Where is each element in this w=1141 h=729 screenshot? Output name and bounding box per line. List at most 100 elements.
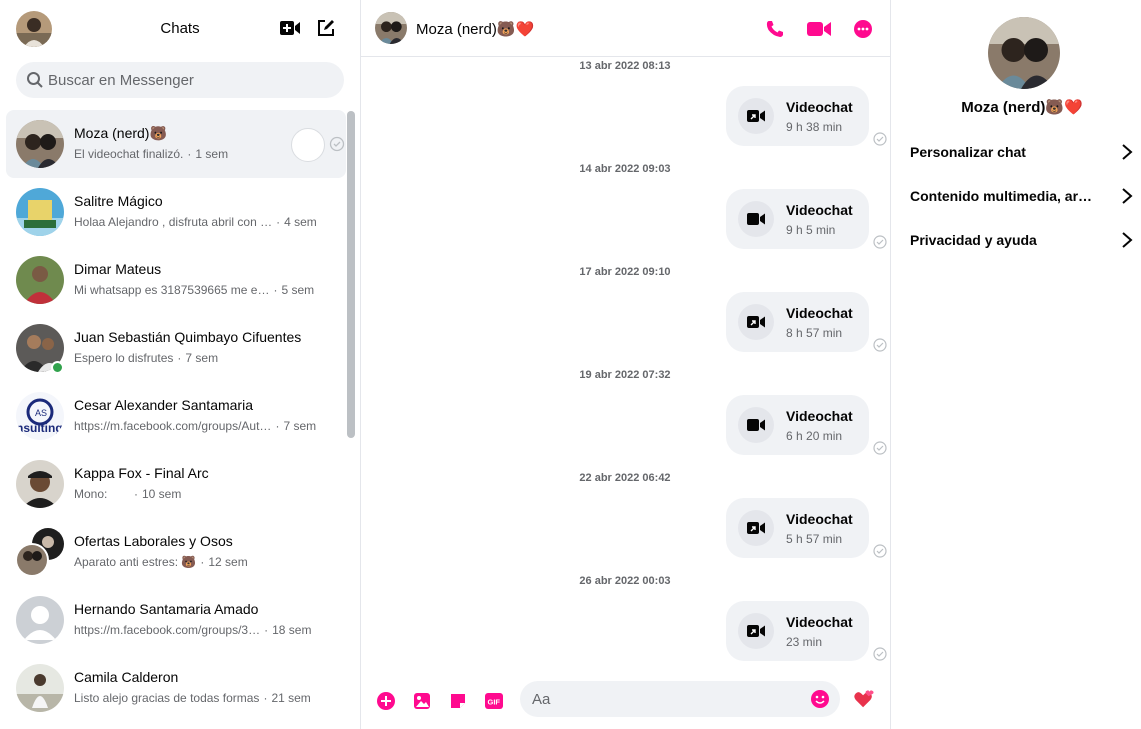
row-label: Privacidad y ayuda: [910, 232, 1037, 248]
video-icon[interactable]: [806, 16, 832, 42]
chat-item-juan[interactable]: Juan Sebastián Quimbayo Cifuentes Espero…: [6, 314, 346, 382]
message-timestamp: 17 abr 2022 09:10: [579, 266, 671, 278]
chat-subtitle: Listo alejo gracias de todas formas · 21 s…: [74, 691, 311, 705]
video-call-ended-icon: [738, 510, 774, 546]
privacy-help-row[interactable]: Privacidad y ayuda: [902, 223, 1136, 257]
sticker-icon[interactable]: [446, 689, 470, 713]
video-call-message[interactable]: Videochat 9 h 5 min: [726, 189, 869, 249]
message-timestamp: 26 abr 2022 00:03: [579, 575, 671, 587]
message-title: Videochat: [786, 511, 853, 527]
call-duration: 9 h 5 min: [786, 223, 836, 237]
more-icon[interactable]: [850, 16, 876, 42]
gif-icon[interactable]: GIF: [482, 689, 506, 713]
seen-check-icon: [873, 647, 887, 661]
chat-preview: https://m.facebook.com/groups/3…: [74, 623, 261, 637]
message-input[interactable]: [532, 681, 802, 717]
message-title: Videochat: [786, 99, 853, 115]
message-timestamp: 13 abr 2022 08:13: [579, 60, 671, 72]
chat-time: 10 sem: [142, 487, 182, 501]
seen-check-icon: [873, 544, 887, 558]
chat-time: 21 sem: [271, 691, 311, 705]
svg-text:AS: AS: [35, 408, 47, 418]
chat-time: 7 sem: [185, 351, 219, 365]
gif-label: GIF: [488, 698, 501, 707]
chat-item-moza[interactable]: Moza (nerd)🐻 El videochat finalizó. · 1 se…: [6, 110, 346, 178]
message-timestamp: 19 abr 2022 07:32: [579, 369, 671, 381]
chat-name: Moza (nerd)🐻: [74, 125, 167, 141]
plus-circle-icon[interactable]: [374, 689, 398, 713]
seen-check-icon: [873, 235, 887, 249]
phone-icon[interactable]: [762, 16, 788, 42]
chat-time: 7 sem: [283, 419, 317, 433]
compose-icon[interactable]: [314, 16, 338, 40]
default-user-icon: [16, 596, 64, 644]
read-check-icon: [329, 136, 345, 152]
search-icon: [26, 71, 44, 89]
search-input[interactable]: [48, 62, 338, 98]
chat-subtitle: Mi whatsapp es 3187539665 me e… · 5 sem: [74, 283, 315, 297]
chat-name: Dimar Mateus: [74, 261, 162, 277]
chat-preview: Mono:: [74, 487, 108, 501]
video-call-message[interactable]: Videochat 9 h 38 min: [726, 86, 869, 146]
video-plus-icon[interactable]: [278, 16, 302, 40]
chat-time: 18 sem: [272, 623, 312, 637]
avatar: AS nsulting: [16, 392, 64, 440]
call-duration: 23 min: [786, 635, 823, 649]
contact-avatar[interactable]: [375, 12, 407, 44]
chat-subtitle: https://m.facebook.com/groups/3… · 18 sem: [74, 623, 312, 637]
chat-subtitle: Mono: · 10 sem: [74, 487, 182, 501]
video-call-icon: [738, 407, 774, 443]
video-call-icon: [738, 201, 774, 237]
call-duration: 9 h 38 min: [786, 120, 843, 134]
message-timestamp: 14 abr 2022 09:03: [579, 163, 671, 175]
avatar: [16, 188, 64, 236]
video-call-message[interactable]: Videochat 8 h 57 min: [726, 292, 869, 352]
call-duration: 6 h 20 min: [786, 429, 843, 443]
chat-item-camila[interactable]: Camila Calderon Listo alejo gracias de t…: [6, 654, 346, 722]
chat-item-ofertas[interactable]: Ofertas Laborales y Osos Aparato anti es…: [6, 518, 346, 586]
group-avatar: [15, 528, 64, 577]
chat-name: Cesar Alexander Santamaria: [74, 397, 253, 413]
heart-icon[interactable]: [852, 687, 876, 711]
chevron-right-icon: [1120, 187, 1134, 205]
media-files-row[interactable]: Contenido multimedia, ar…: [902, 179, 1136, 213]
message-title: Videochat: [786, 305, 853, 321]
image-icon[interactable]: [410, 689, 434, 713]
call-duration: 5 h 57 min: [786, 532, 843, 546]
sidebar: Chats Moza (nerd)🐻 El videochat finalizó…: [0, 0, 361, 729]
chat-subtitle: https://m.facebook.com/groups/Aut… · 7 sem: [74, 419, 317, 433]
avatar: [16, 256, 64, 304]
chat-subtitle: Aparato anti estres: 🐻 · 12 sem: [74, 555, 248, 569]
contact-name[interactable]: Moza (nerd)🐻❤️: [416, 20, 534, 38]
avatar: [16, 120, 64, 168]
message-input-box: [520, 681, 840, 717]
emoji-icon[interactable]: [810, 689, 830, 709]
svg-text:nsulting: nsulting: [16, 421, 63, 435]
chat-time: 12 sem: [208, 555, 248, 569]
video-call-ended-icon: [738, 98, 774, 134]
chat-options-button[interactable]: [291, 128, 325, 162]
chat-preview: Aparato anti estres: 🐻: [74, 555, 197, 569]
chat-preview: Mi whatsapp es 3187539665 me e…: [74, 283, 270, 297]
customize-chat-row[interactable]: Personalizar chat: [902, 135, 1136, 169]
chat-item-salitre[interactable]: Salitre Mágico Holaa Alejandro , disfrut…: [6, 178, 346, 246]
chat-time: 4 sem: [284, 215, 317, 229]
video-call-message[interactable]: Videochat 6 h 20 min: [726, 395, 869, 455]
chat-item-hernando[interactable]: Hernando Santamaria Amado https://m.face…: [6, 586, 346, 654]
chat-item-kappa[interactable]: Kappa Fox - Final Arc Mono: · 10 sem: [6, 450, 346, 518]
video-call-message[interactable]: Videochat 23 min: [726, 601, 869, 661]
contact-avatar-large[interactable]: [988, 17, 1060, 89]
seen-check-icon: [873, 132, 887, 146]
message-title: Videochat: [786, 202, 853, 218]
chat-name: Hernando Santamaria Amado: [74, 601, 259, 617]
seen-check-icon: [873, 338, 887, 352]
chat-preview: https://m.facebook.com/groups/Aut…: [74, 419, 272, 433]
chat-item-cesar[interactable]: AS nsulting Cesar Alexander Santamaria ht…: [6, 382, 346, 450]
message-title: Videochat: [786, 408, 853, 424]
chat-list-scrollbar[interactable]: [347, 111, 355, 438]
seen-check-icon: [873, 441, 887, 455]
chat-name: Kappa Fox - Final Arc: [74, 465, 209, 481]
video-call-message[interactable]: Videochat 5 h 57 min: [726, 498, 869, 558]
chat-item-dimar[interactable]: Dimar Mateus Mi whatsapp es 3187539665 m…: [6, 246, 346, 314]
call-duration: 8 h 57 min: [786, 326, 843, 340]
